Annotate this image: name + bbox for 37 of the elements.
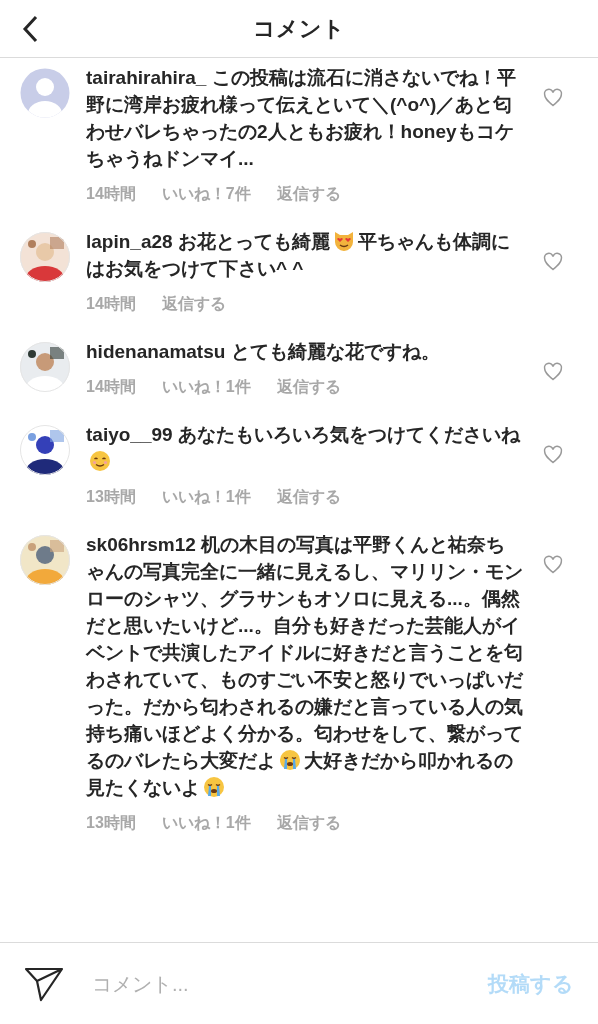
comment-text: tairahirahira_ この投稿は流石に消さないでね！平野に湾岸お疲れ様って伝えといて＼(^o^)／あと匂わせバレちゃったの2人ともお疲れ！honeyもコケちゃうねドンマイ... <box>86 66 517 171</box>
reply-link[interactable]: 返信する <box>161 292 226 316</box>
heart-icon[interactable] <box>542 362 564 382</box>
comment-input-field[interactable]: コメント... <box>92 968 488 999</box>
comment-text: sk06hrsm12 机の木目の写真は平野くんと祐奈ちゃんの写真完全に一緒に見えるし、マリリン・モンローのシャツ、グラサンもオソロに見える...。偶然だと思いたいけど...。自分も好きだった芸能人がイベントで共演したアイドルに好きだと言うことを匂わされていて、ものすごい不安と怒りでいっぱいだった。だから匂わされるの嫌だと言っている人の気持ち痛いほどよく分かる。匂わせをして、繋がってるのバレたら大変だよ 大好きだから叩かれるの見たくないよ <box>86 533 524 801</box>
likes-count-link[interactable]: いいね！1件 <box>161 485 251 509</box>
post-button[interactable]: 投稿する <box>488 967 574 1000</box>
comment-time: 13時間 <box>86 487 136 507</box>
reply-link[interactable]: 返信する <box>276 182 341 206</box>
comment-text: hidenanamatsu とても綺麗な花ですね。 <box>86 340 441 364</box>
heart-icon[interactable] <box>542 252 564 272</box>
reply-link[interactable]: 返信する <box>276 811 341 835</box>
smiling-face-emoji-icon <box>88 449 112 473</box>
comment-time: 14時間 <box>86 377 136 397</box>
back-icon[interactable] <box>22 14 38 43</box>
comment-time: 13時間 <box>86 813 136 833</box>
crying-face-emoji-icon <box>278 748 302 772</box>
heart-icon[interactable] <box>542 88 564 108</box>
likes-count-link[interactable]: いいね！7件 <box>161 182 251 206</box>
comment-time: 14時間 <box>86 294 136 314</box>
heart-icon[interactable] <box>542 445 564 465</box>
likes-count-link[interactable]: いいね！1件 <box>161 811 251 835</box>
username-link[interactable]: sk06hrsm12 <box>86 534 196 555</box>
comment-text: lapin_a28 お花とっても綺麗 平ちゃんも体調にはお気をつけて下さい^ ^ <box>86 228 511 281</box>
username-link[interactable]: lapin_a28 <box>86 231 173 252</box>
username-link[interactable]: tairahirahira_ <box>86 67 207 88</box>
username-link[interactable]: taiyo__99 <box>86 424 173 445</box>
comment-text: taiyo__99 あなたもいろいろ気をつけてくださいね <box>86 421 524 475</box>
likes-count-link[interactable]: いいね！1件 <box>161 375 251 399</box>
reply-link[interactable]: 返信する <box>276 375 341 399</box>
send-icon[interactable] <box>24 965 64 1002</box>
username-link[interactable]: hidenanamatsu <box>86 341 226 362</box>
heart-icon[interactable] <box>542 555 564 575</box>
page-title: コメント <box>253 15 345 43</box>
crying-face-emoji-icon <box>202 775 226 799</box>
comment-time: 14時間 <box>86 184 136 204</box>
reply-link[interactable]: 返信する <box>276 485 341 509</box>
